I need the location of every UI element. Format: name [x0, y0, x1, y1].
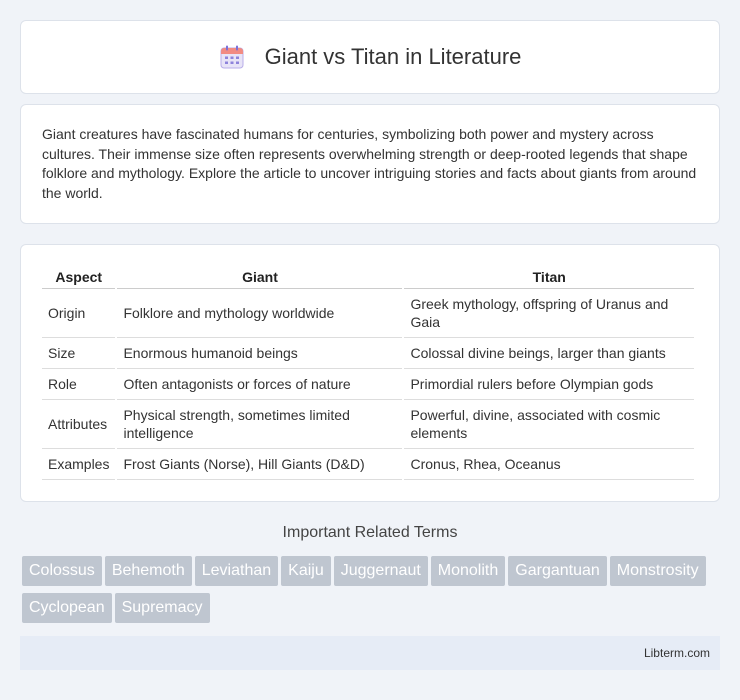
table-cell: Primordial rulers before Olympian gods — [404, 369, 694, 400]
comparison-table: Aspect Giant Titan Origin Folklore and m… — [40, 265, 696, 480]
table-cell: Folklore and mythology worldwide — [117, 289, 403, 338]
table-cell: Frost Giants (Norse), Hill Giants (D&D) — [117, 449, 403, 480]
tag-gargantuan[interactable]: Gargantuan — [508, 556, 607, 586]
table-cell: Enormous humanoid beings — [117, 338, 403, 369]
header-aspect: Aspect — [42, 265, 116, 289]
table-cell: Size — [42, 338, 116, 369]
table-cell: Powerful, divine, associated with cosmic… — [404, 400, 694, 449]
tag-leviathan[interactable]: Leviathan — [194, 556, 279, 586]
tag-cyclopean[interactable]: Cyclopean — [22, 593, 112, 623]
table-cell: Cronus, Rhea, Oceanus — [404, 449, 694, 480]
comparison-table-card: Aspect Giant Titan Origin Folklore and m… — [20, 244, 720, 502]
header-titan: Titan — [404, 265, 694, 289]
table-row: Size Enormous humanoid beings Colossal d… — [42, 338, 694, 369]
footer-site-link[interactable]: Libterm.com — [644, 646, 710, 660]
tag-juggernaut[interactable]: Juggernaut — [333, 556, 428, 586]
related-terms-title: Important Related Terms — [282, 524, 458, 541]
table-cell: Physical strength, sometimes limited int… — [117, 400, 403, 449]
table-cell: Attributes — [42, 400, 116, 449]
table-row: Role Often antagonists or forces of natu… — [42, 369, 694, 400]
table-cell: Colossal divine beings, larger than gian… — [404, 338, 694, 369]
tag-colossus[interactable]: Colossus — [22, 556, 102, 586]
table-cell: Origin — [42, 289, 116, 338]
table-cell: Greek mythology, offspring of Uranus and… — [404, 289, 694, 338]
table-cell: Role — [42, 369, 116, 400]
tag-behemoth[interactable]: Behemoth — [104, 556, 192, 586]
footer: Libterm.com — [20, 636, 720, 670]
intro-card: Giant creatures have fascinated humans f… — [20, 104, 720, 224]
calendar-icon — [219, 44, 245, 70]
table-header-row: Aspect Giant Titan — [42, 265, 694, 289]
header-card: Giant vs Titan in Literature — [20, 20, 720, 94]
page-title: Giant vs Titan in Literature — [264, 44, 522, 69]
tag-supremacy[interactable]: Supremacy — [114, 593, 210, 623]
table-row: Origin Folklore and mythology worldwide … — [42, 289, 694, 338]
tag-monolith[interactable]: Monolith — [430, 556, 506, 586]
tag-monstrosity[interactable]: Monstrosity — [609, 556, 706, 586]
table-row: Attributes Physical strength, sometimes … — [42, 400, 694, 449]
table-cell: Often antagonists or forces of nature — [117, 369, 403, 400]
tag-kaiju[interactable]: Kaiju — [281, 556, 331, 586]
intro-text: Giant creatures have fascinated humans f… — [42, 126, 697, 201]
header-giant: Giant — [117, 265, 403, 289]
related-terms-list: Colossus Behemoth Leviathan Kaiju Juggernaut… — [22, 556, 722, 630]
table-row: Examples Frost Giants (Norse), Hill Gian… — [42, 449, 694, 480]
table-cell: Examples — [42, 449, 116, 480]
